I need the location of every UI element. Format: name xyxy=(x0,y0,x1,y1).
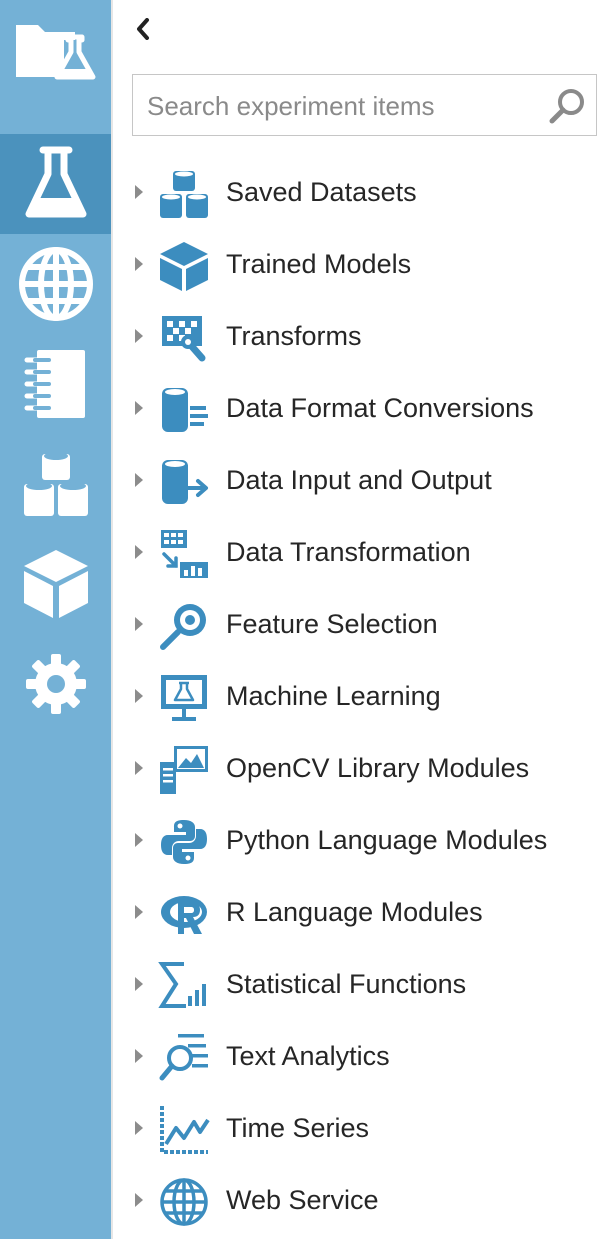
tree-item-label: Time Series xyxy=(226,1113,370,1143)
globe-icon xyxy=(18,247,93,321)
datasets-icon xyxy=(160,171,208,218)
expand-arrow-icon[interactable] xyxy=(132,398,146,418)
data-io-icon xyxy=(162,460,208,504)
tree-item-label: Transforms xyxy=(226,321,362,351)
tree-item-transforms[interactable]: Transforms xyxy=(122,300,602,372)
collapse-panel-button[interactable] xyxy=(128,12,158,46)
tree-item-opencv-library-modules[interactable]: OpenCV Library Modules xyxy=(122,732,602,804)
tree-item-label: Python Language Modules xyxy=(226,825,548,855)
flask-icon xyxy=(25,146,86,218)
expand-arrow-icon[interactable] xyxy=(132,542,146,562)
tree-item-saved-datasets[interactable]: Saved Datasets xyxy=(122,156,602,228)
tree-item-label: Text Analytics xyxy=(226,1041,390,1071)
opencv-icon xyxy=(160,746,208,794)
feature-selection-icon xyxy=(160,604,206,650)
nav-item-trained-models[interactable] xyxy=(0,534,111,634)
rail-divider xyxy=(111,0,113,1239)
expand-arrow-icon[interactable] xyxy=(132,758,146,778)
nav-item-web-services[interactable] xyxy=(0,234,111,334)
nav-item-datasets[interactable] xyxy=(0,434,111,534)
tree-item-data-input-and-output[interactable]: Data Input and Output xyxy=(122,444,602,516)
nav-item-notebooks[interactable] xyxy=(0,334,111,434)
search-icon xyxy=(549,89,584,124)
tree-item-label: Feature Selection xyxy=(226,609,438,639)
python-icon xyxy=(161,820,207,864)
expand-arrow-icon[interactable] xyxy=(132,254,146,274)
search-button[interactable] xyxy=(546,85,588,127)
data-format-icon xyxy=(162,388,208,432)
tree-item-text-analytics[interactable]: Text Analytics xyxy=(122,1020,602,1092)
search-input[interactable] xyxy=(145,75,549,137)
time-series-icon xyxy=(160,1106,210,1154)
cube-icon xyxy=(23,550,88,618)
tree-item-label: OpenCV Library Modules xyxy=(226,753,530,783)
expand-arrow-icon[interactable] xyxy=(132,470,146,490)
tree-item-feature-selection[interactable]: Feature Selection xyxy=(122,588,602,660)
tree-item-data-format-conversions[interactable]: Data Format Conversions xyxy=(122,372,602,444)
tree-item-label: Saved Datasets xyxy=(226,177,417,207)
expand-arrow-icon[interactable] xyxy=(132,326,146,346)
globe-icon xyxy=(160,1178,208,1226)
expand-arrow-icon[interactable] xyxy=(132,182,146,202)
machine-learning-icon xyxy=(161,675,207,721)
notebook-icon xyxy=(24,350,85,418)
transform-icon xyxy=(162,316,206,362)
tree-item-machine-learning[interactable]: Machine Learning xyxy=(122,660,602,732)
tree-item-web-service[interactable]: Web Service xyxy=(122,1164,602,1236)
expand-arrow-icon[interactable] xyxy=(132,1190,146,1210)
module-tree: Saved Datasets Trained Models Transforms xyxy=(122,156,602,1236)
tree-item-label: Statistical Functions xyxy=(226,969,467,999)
expand-arrow-icon[interactable] xyxy=(132,974,146,994)
tree-item-label: Machine Learning xyxy=(226,681,441,711)
tree-item-label: Data Input and Output xyxy=(226,465,492,495)
datasets-icon xyxy=(23,452,88,516)
expand-arrow-icon[interactable] xyxy=(132,1118,146,1138)
cube-icon xyxy=(160,242,208,291)
text-analytics-icon xyxy=(159,1034,208,1081)
r-icon xyxy=(161,896,207,934)
nav-rail xyxy=(0,0,111,1239)
tree-item-label: Data Format Conversions xyxy=(226,393,534,423)
search-box xyxy=(132,74,597,137)
tree-item-label: Trained Models xyxy=(226,249,412,279)
tree-item-label: Data Transformation xyxy=(226,537,471,567)
tree-item-statistical-functions[interactable]: Statistical Functions xyxy=(122,948,602,1020)
tree-item-time-series[interactable]: Time Series xyxy=(122,1092,602,1164)
nav-item-settings[interactable] xyxy=(0,634,111,734)
expand-arrow-icon[interactable] xyxy=(132,830,146,850)
gear-icon xyxy=(25,654,86,714)
tree-item-r-language-modules[interactable]: R Language Modules xyxy=(122,876,602,948)
tree-item-python-language-modules[interactable]: Python Language Modules xyxy=(122,804,602,876)
tree-item-trained-models[interactable]: Trained Models xyxy=(122,228,602,300)
chevron-left-icon xyxy=(137,18,149,40)
expand-arrow-icon[interactable] xyxy=(132,686,146,706)
tree-item-label: R Language Modules xyxy=(226,897,483,927)
statistics-icon xyxy=(158,962,206,1008)
expand-arrow-icon[interactable] xyxy=(132,614,146,634)
expand-arrow-icon[interactable] xyxy=(132,902,146,922)
expand-arrow-icon[interactable] xyxy=(132,1046,146,1066)
data-transformation-icon xyxy=(161,530,208,578)
tree-item-data-transformation[interactable]: Data Transformation xyxy=(122,516,602,588)
tree-item-label: Web Service xyxy=(226,1185,379,1215)
nav-item-experiments[interactable] xyxy=(0,134,111,234)
folder-flask-icon xyxy=(15,25,95,80)
nav-item-projects[interactable] xyxy=(0,0,111,100)
